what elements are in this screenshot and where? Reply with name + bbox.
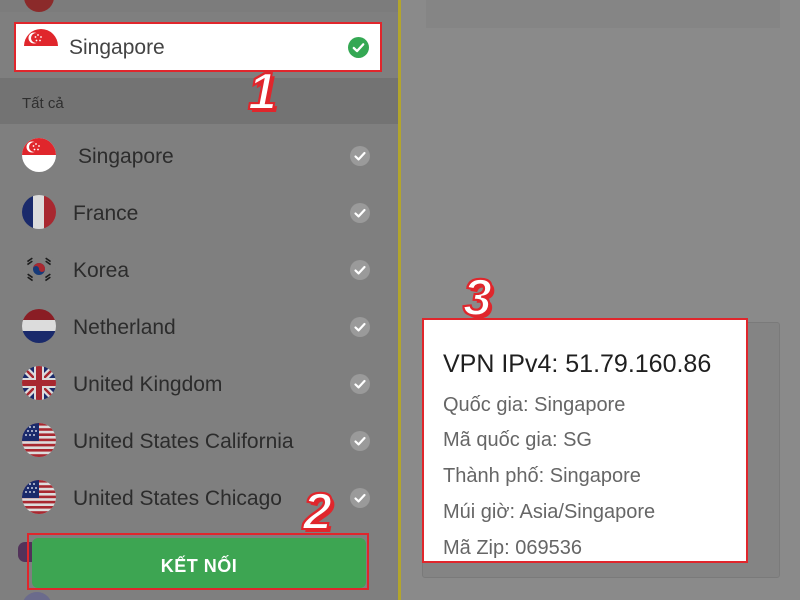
check-circle-icon (350, 431, 370, 451)
connect-button[interactable]: KẾT NỐI (32, 538, 366, 588)
country-name: United States California (73, 430, 294, 453)
uk-flag-icon (22, 366, 56, 405)
vpn-ip-address: VPN IPv4: 51.79.160.86 (443, 350, 712, 378)
list-top-remnant (0, 0, 398, 12)
country-row-us-chicago[interactable]: United States Chicago (0, 470, 398, 527)
step-number-2: 2 (302, 483, 333, 541)
country-name: Singapore (78, 145, 174, 168)
korea-flag-icon (22, 252, 56, 291)
info-timezone: Múi giờ: Asia/Singapore (443, 501, 656, 523)
top-card (426, 0, 780, 28)
country-row-united-kingdom[interactable]: United Kingdom (0, 356, 398, 413)
us-flag-icon (22, 423, 56, 462)
country-name: United States Chicago (73, 487, 282, 510)
section-label: Tất cả (22, 95, 64, 112)
step-number-1: 1 (247, 63, 278, 121)
singapore-flag-icon (24, 29, 58, 68)
check-circle-icon (350, 260, 370, 280)
step-number-3: 3 (462, 269, 493, 327)
info-zip: Mã Zip: 069536 (443, 537, 582, 559)
country-name: Korea (73, 259, 130, 282)
netherlands-flag-icon (22, 309, 56, 348)
country-row-france[interactable]: France (0, 185, 398, 242)
france-flag-icon (22, 195, 56, 234)
check-circle-icon (350, 317, 370, 337)
country-row-korea[interactable]: Korea (0, 242, 398, 299)
selected-server-name: Singapore (69, 36, 165, 59)
check-circle-icon (350, 146, 370, 166)
singapore-flag-icon (22, 138, 56, 177)
info-country: Quốc gia: Singapore (443, 394, 626, 416)
check-circle-icon (350, 374, 370, 394)
country-row-netherland[interactable]: Netherland (0, 299, 398, 356)
check-circle-icon (350, 203, 370, 223)
country-name: Netherland (73, 316, 176, 339)
section-header: Tất cả (0, 78, 398, 124)
flag-partial-icon (24, 0, 54, 12)
country-row-us-california[interactable]: United States California (0, 413, 398, 470)
info-country-code: Mã quốc gia: SG (443, 429, 592, 451)
check-circle-icon (350, 488, 370, 508)
country-row-singapore[interactable]: Singapore (0, 128, 398, 185)
country-name: France (73, 202, 139, 225)
selected-server-card[interactable]: Singapore (14, 22, 382, 72)
us-flag-icon (22, 480, 56, 519)
check-circle-icon (348, 37, 369, 58)
vpn-info-card: VPN IPv4: 51.79.160.86 Quốc gia: Singapo… (422, 318, 748, 563)
flag-partial-icon (22, 592, 52, 600)
country-name: United Kingdom (73, 373, 223, 396)
server-list-panel: Singapore Tất cả Singapore France Korea … (0, 0, 398, 600)
info-city: Thành phố: Singapore (443, 465, 641, 487)
